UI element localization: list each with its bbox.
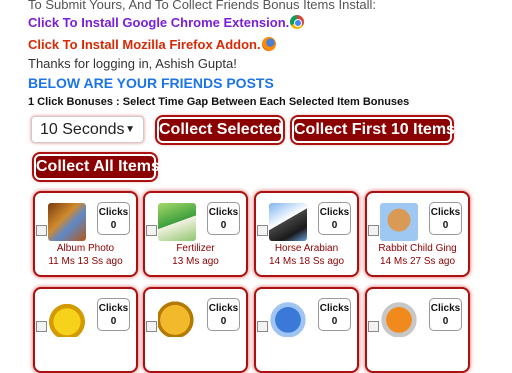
fertilizer-icon[interactable] — [158, 203, 196, 241]
clicks-count: 0 — [442, 316, 449, 327]
bonus-hint-text: 1 Click Bonuses : Select Time Gap Betwee… — [28, 96, 410, 108]
clicks-counter: Clicks 0 — [207, 298, 240, 331]
item-checkbox[interactable] — [146, 225, 157, 236]
item-card[interactable]: Clicks 0 Horse Arabian 14 Ms 18 Ss ago — [254, 191, 359, 277]
item-card[interactable]: Clicks 0 Fertilizer 13 Ms ago — [143, 191, 248, 277]
clicks-count: 0 — [331, 220, 338, 231]
orange-item-icon[interactable] — [380, 299, 418, 337]
rabbit-icon[interactable] — [380, 203, 418, 241]
chrome-extension-link-label[interactable]: Click To Install Google Chrome Extension… — [28, 15, 289, 30]
clicks-label: Clicks — [98, 303, 129, 314]
coins-icon[interactable] — [158, 299, 196, 337]
time-gap-select[interactable]: 10 Seconds ▼ — [31, 116, 144, 143]
clicks-label: Clicks — [208, 207, 239, 218]
clicks-counter: Clicks 0 — [318, 298, 351, 331]
chrome-extension-link[interactable]: Click To Install Google Chrome Extension… — [28, 15, 305, 30]
item-name-link[interactable]: Rabbit Child Ging — [367, 243, 468, 254]
clicks-label: Clicks — [430, 303, 461, 314]
item-checkbox[interactable] — [368, 225, 379, 236]
item-checkbox[interactable] — [36, 225, 47, 236]
collect-first-10-button[interactable]: Collect First 10 Items — [292, 117, 455, 143]
item-card[interactable]: Clicks 0 — [254, 287, 359, 373]
item-time: 14 Ms 18 Ss ago — [268, 256, 345, 267]
item-checkbox[interactable] — [257, 225, 268, 236]
clicks-counter: Clicks 0 — [318, 202, 351, 235]
item-name-link[interactable]: Fertilizer — [145, 243, 246, 254]
item-card[interactable]: Clicks 0 — [33, 287, 138, 373]
firefox-addon-link-label[interactable]: Click To Install Mozilla Firefox Addon. — [28, 37, 261, 52]
clicks-counter: Clicks 0 — [207, 202, 240, 235]
item-name-link[interactable]: Album Photo — [35, 243, 136, 254]
item-checkbox[interactable] — [36, 321, 47, 332]
item-time: 13 Ms ago — [172, 256, 219, 267]
item-checkbox[interactable] — [146, 321, 157, 332]
firefox-icon — [261, 37, 276, 51]
item-card[interactable]: Clicks 0 Album Photo 11 Ms 13 Ss ago — [33, 191, 138, 277]
clicks-count: 0 — [442, 220, 449, 231]
item-card[interactable]: Clicks 0 Rabbit Child Ging 14 Ms 27 Ss ago — [365, 191, 470, 277]
item-name-link[interactable]: Horse Arabian — [256, 243, 357, 254]
firefox-addon-link[interactable]: Click To Install Mozilla Firefox Addon. — [28, 37, 276, 52]
chevron-down-icon: ▼ — [125, 124, 135, 135]
clicks-label: Clicks — [98, 207, 129, 218]
clicks-label: Clicks — [319, 207, 350, 218]
clicks-count: 0 — [220, 220, 227, 231]
clicks-counter: Clicks 0 — [97, 298, 130, 331]
clicks-label: Clicks — [319, 303, 350, 314]
clicks-label: Clicks — [430, 207, 461, 218]
clicks-counter: Clicks 0 — [429, 202, 462, 235]
install-intro-text: To Submit Yours, And To Collect Friends … — [28, 0, 377, 12]
clicks-count: 0 — [110, 220, 117, 231]
collect-all-button[interactable]: Collect All Items — [34, 154, 160, 180]
clicks-label: Clicks — [208, 303, 239, 314]
welcome-text: Thanks for logging in, Ashish Gupta! — [28, 56, 237, 71]
item-time: 14 Ms 27 Ss ago — [379, 256, 456, 267]
gold-pile-icon[interactable] — [48, 299, 86, 337]
clicks-count: 0 — [110, 316, 117, 327]
horse-icon[interactable] — [269, 203, 307, 241]
item-checkbox[interactable] — [257, 321, 268, 332]
item-card[interactable]: Clicks 0 — [143, 287, 248, 373]
blue-item-icon[interactable] — [269, 299, 307, 337]
clicks-counter: Clicks 0 — [97, 202, 130, 235]
item-checkbox[interactable] — [368, 321, 379, 332]
collect-selected-button[interactable]: Collect Selected — [157, 117, 283, 143]
clicks-count: 0 — [220, 316, 227, 327]
clicks-count: 0 — [331, 316, 338, 327]
item-card[interactable]: Clicks 0 — [365, 287, 470, 373]
chrome-icon — [290, 15, 305, 29]
clicks-counter: Clicks 0 — [429, 298, 462, 331]
album-photo-icon[interactable] — [48, 203, 86, 241]
time-gap-selected-value: 10 Seconds — [40, 121, 125, 138]
item-time: 11 Ms 13 Ss ago — [48, 256, 123, 267]
friends-posts-heading: BELOW ARE YOUR FRIENDS POSTS — [28, 75, 274, 91]
